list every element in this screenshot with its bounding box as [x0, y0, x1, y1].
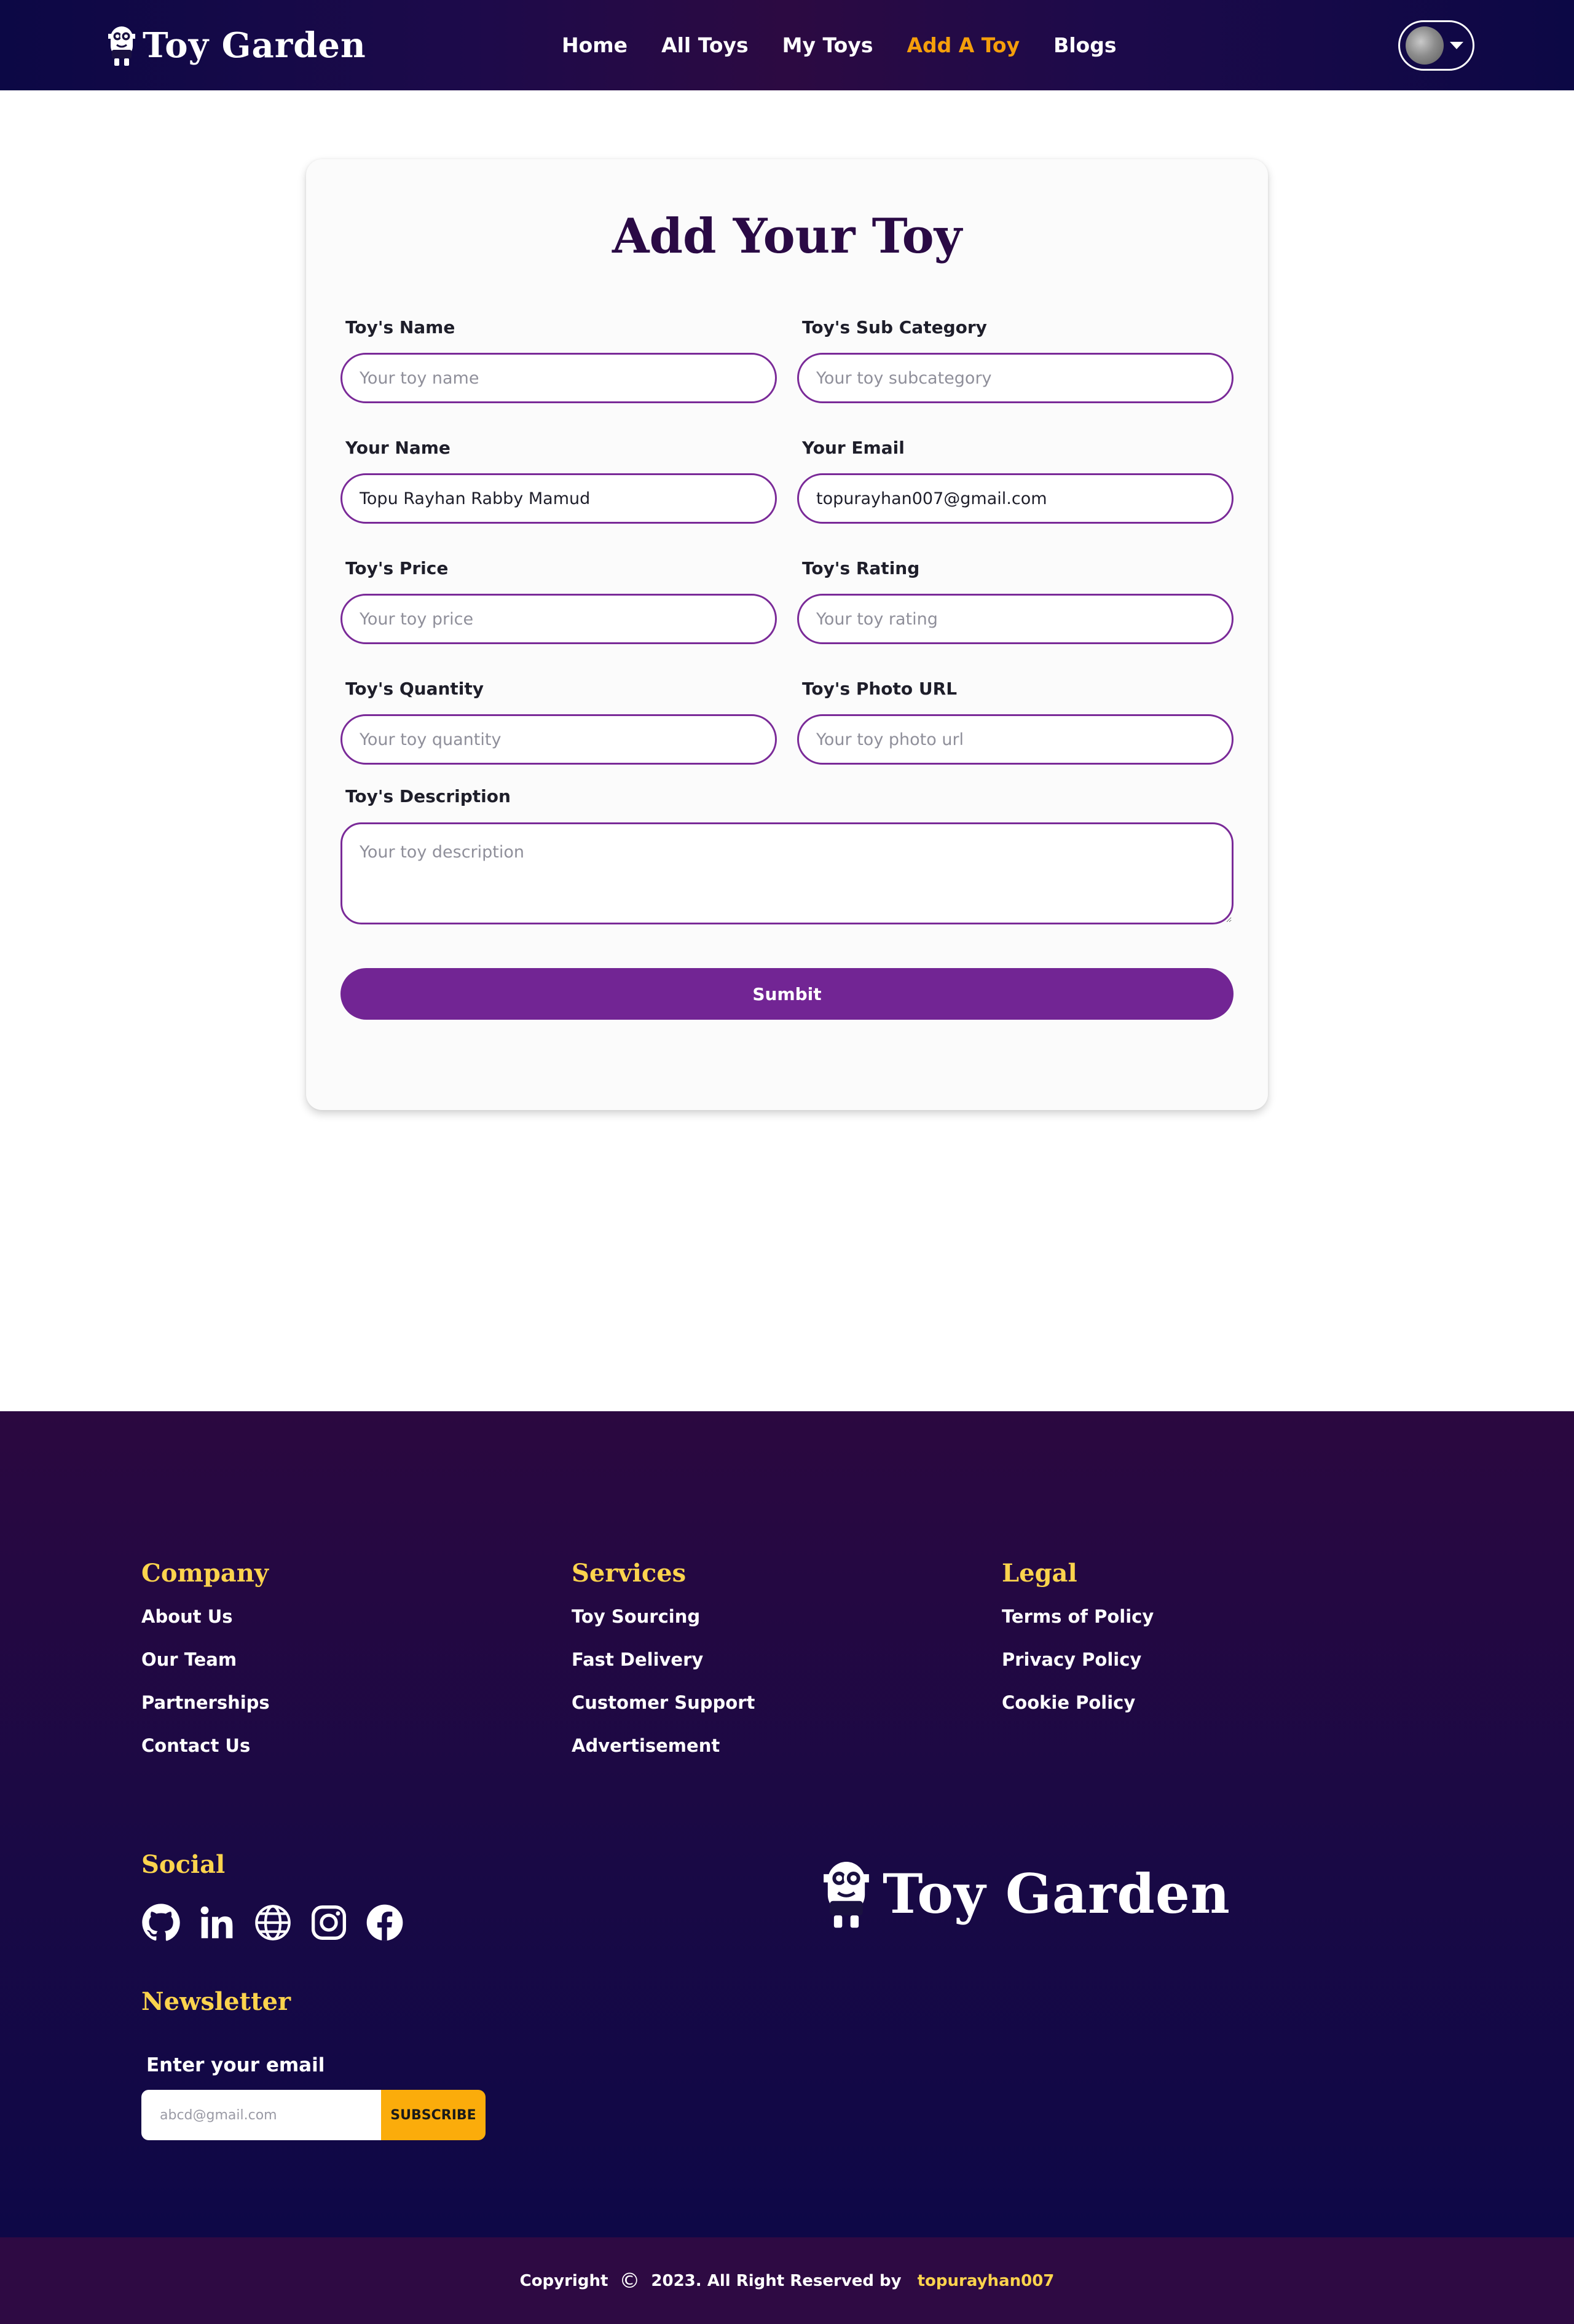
- github-icon[interactable]: [141, 1903, 181, 1942]
- caret-down-icon: [1450, 42, 1463, 49]
- toy-name-input[interactable]: [340, 353, 777, 403]
- footer-social-title: Social: [141, 1850, 226, 1879]
- instagram-icon[interactable]: [309, 1903, 348, 1942]
- newsletter-email-input[interactable]: [141, 2090, 381, 2140]
- footer-link-cookie[interactable]: Cookie Policy: [1002, 1690, 1135, 1715]
- footer-link-privacy[interactable]: Privacy Policy: [1002, 1647, 1141, 1672]
- newsletter-form: SUBSCRIBE: [141, 2090, 486, 2140]
- footer-link-partnerships[interactable]: Partnerships: [141, 1690, 270, 1715]
- sub-category-input[interactable]: [797, 353, 1234, 403]
- footer-link-terms[interactable]: Terms of Policy: [1002, 1604, 1154, 1629]
- navbar: Toy Garden Home All Toys My Toys Add A T…: [0, 0, 1574, 90]
- copyright-icon: ©: [619, 2268, 640, 2293]
- main-nav: Home All Toys My Toys Add A Toy Blogs: [562, 30, 1117, 61]
- toy-name-label: Toy's Name: [345, 317, 455, 337]
- photo-url-label: Toy's Photo URL: [802, 679, 958, 699]
- rating-label: Toy's Rating: [802, 558, 920, 578]
- seller-name-input[interactable]: [340, 473, 777, 524]
- nav-link-my-toys[interactable]: My Toys: [782, 30, 873, 61]
- submit-button[interactable]: Sumbit: [340, 968, 1234, 1020]
- footer-link-contact-us[interactable]: Contact Us: [141, 1733, 250, 1758]
- facebook-icon[interactable]: [365, 1903, 404, 1942]
- footer-link-fast-delivery[interactable]: Fast Delivery: [572, 1647, 703, 1672]
- rating-input[interactable]: [797, 594, 1234, 644]
- photo-url-input[interactable]: [797, 714, 1234, 765]
- brand-link[interactable]: Toy Garden: [104, 21, 366, 70]
- footer-link-customer-support[interactable]: Customer Support: [572, 1690, 755, 1715]
- footer-legal-title: Legal: [1002, 1559, 1077, 1588]
- footer-brand-name: Toy Garden: [883, 1862, 1230, 1926]
- subscribe-button[interactable]: SUBSCRIBE: [381, 2090, 486, 2140]
- sub-category-label: Toy's Sub Category: [802, 317, 987, 337]
- footer-newsletter-title: Newsletter: [141, 1987, 291, 2016]
- quantity-input[interactable]: [340, 714, 777, 765]
- avatar: [1406, 26, 1444, 65]
- globe-icon[interactable]: [253, 1903, 293, 1942]
- newsletter-label: Enter your email: [146, 2054, 325, 2076]
- copyright-label: Copyright: [519, 2271, 608, 2290]
- footer-company-title: Company: [141, 1559, 269, 1588]
- quantity-label: Toy's Quantity: [345, 679, 484, 699]
- price-input[interactable]: [340, 594, 777, 644]
- social-links: [141, 1903, 404, 1944]
- minion-logo-icon: [824, 1862, 869, 1928]
- footer-link-about-us[interactable]: About Us: [141, 1604, 233, 1629]
- add-toy-card: Add Your Toy Toy's Name Toy's Sub Catego…: [306, 159, 1268, 1110]
- footer-brand: Toy Garden: [817, 1854, 1230, 1934]
- footer: Company About Us Our Team Partnerships C…: [0, 1411, 1574, 2237]
- seller-name-label: Your Name: [345, 438, 451, 458]
- author-link[interactable]: topurayhan007: [918, 2272, 1055, 2290]
- linkedin-icon[interactable]: [197, 1903, 237, 1942]
- seller-email-label: Your Email: [802, 438, 905, 458]
- nav-link-home[interactable]: Home: [562, 30, 628, 61]
- seller-email-input[interactable]: [797, 473, 1234, 524]
- copyright-bar: Copyright © 2023. All Right Reserved by …: [0, 2237, 1574, 2324]
- price-label: Toy's Price: [345, 558, 449, 578]
- footer-link-our-team[interactable]: Our Team: [141, 1647, 237, 1672]
- nav-link-all-toys[interactable]: All Toys: [661, 30, 749, 61]
- footer-link-advertisement[interactable]: Advertisement: [572, 1733, 720, 1758]
- user-menu-button[interactable]: [1398, 20, 1474, 71]
- nav-link-add-a-toy[interactable]: Add A Toy: [907, 30, 1020, 61]
- brand-name: Toy Garden: [143, 25, 366, 66]
- description-textarea[interactable]: [340, 822, 1234, 924]
- description-label: Toy's Description: [345, 786, 511, 806]
- minion-logo-icon: [108, 26, 135, 66]
- nav-link-blogs[interactable]: Blogs: [1053, 30, 1116, 61]
- page-title: Add Your Toy: [612, 208, 962, 264]
- footer-link-toy-sourcing[interactable]: Toy Sourcing: [572, 1604, 700, 1629]
- footer-services-title: Services: [572, 1559, 687, 1588]
- copyright-text: 2023. All Right Reserved by: [651, 2271, 902, 2290]
